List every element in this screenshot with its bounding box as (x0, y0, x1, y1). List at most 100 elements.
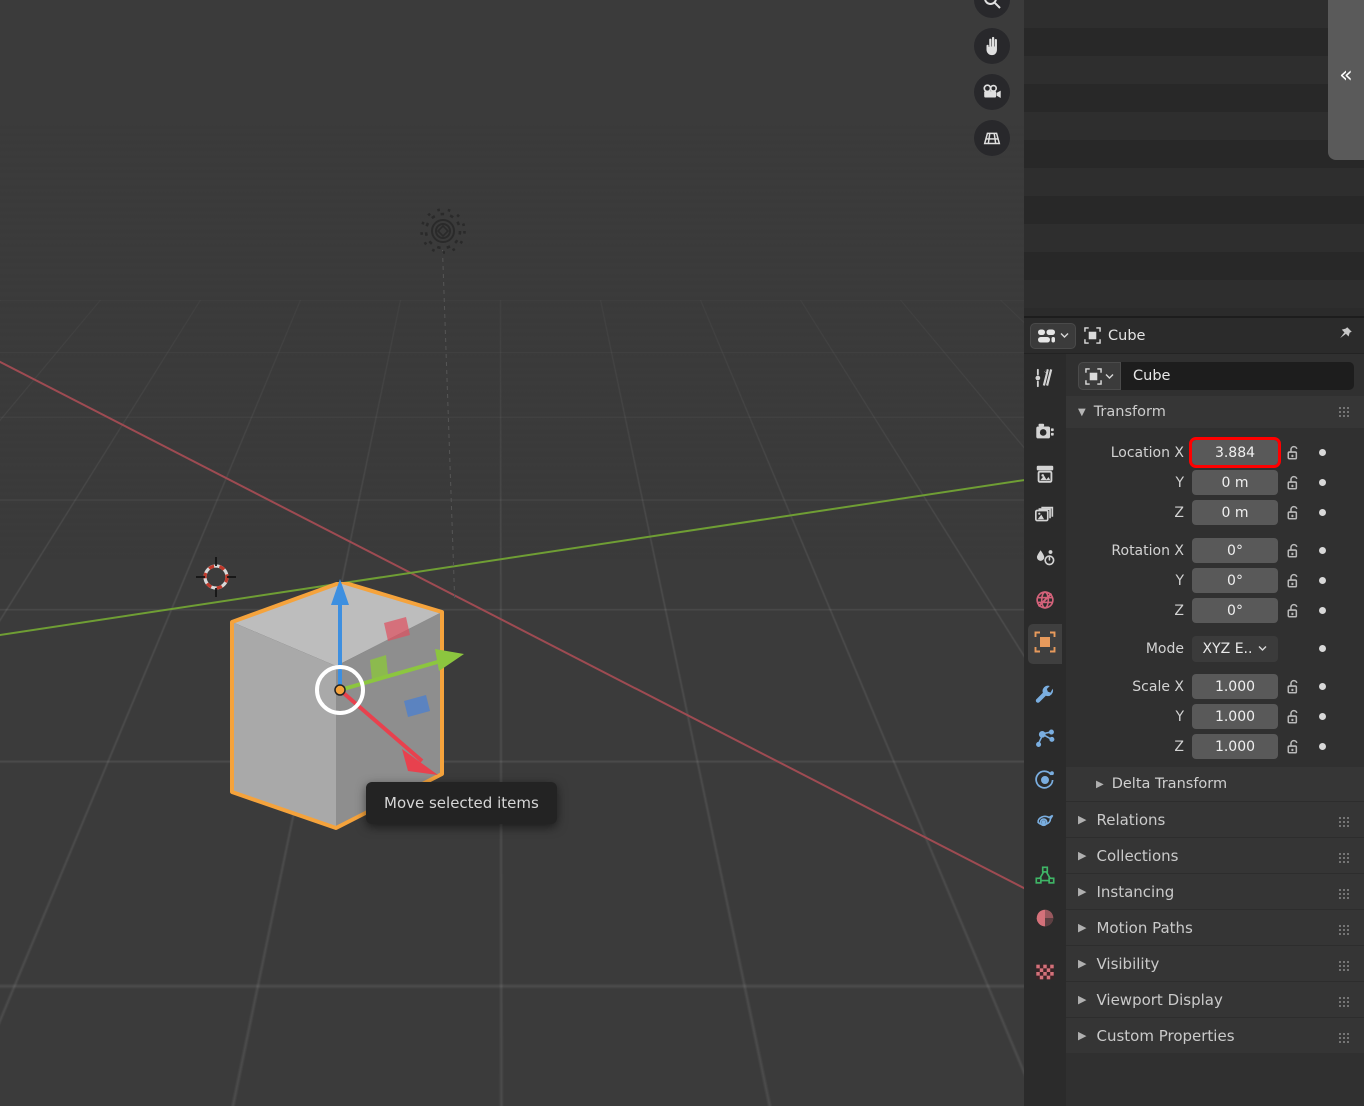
gizmo-axis-y (339, 659, 442, 692)
scale-field-0-input[interactable]: 1.000 (1192, 674, 1278, 699)
properties-tab-view_layer[interactable] (1028, 498, 1062, 538)
unlocked-icon[interactable] (1278, 542, 1312, 559)
animate-dot[interactable] (1312, 449, 1332, 456)
move-gizmo[interactable] (226, 565, 476, 795)
grid-icon[interactable] (974, 120, 1010, 156)
properties-tab-scene[interactable] (1028, 540, 1062, 580)
disclosure-triangle-icon: ▼ (1078, 406, 1086, 418)
unlocked-icon[interactable] (1278, 444, 1312, 461)
panel-header-instancing[interactable]: ▶ Instancing (1066, 873, 1364, 909)
sidebar-collapse-toggle[interactable]: « (1328, 0, 1364, 160)
properties-tab-output[interactable] (1028, 456, 1062, 496)
unlocked-icon[interactable] (1278, 602, 1312, 619)
particles-icon (1034, 727, 1056, 753)
output-icon (1034, 463, 1056, 489)
chevron-down-icon (1105, 373, 1114, 379)
animate-dot[interactable] (1312, 645, 1332, 652)
viewport-grid (0, 0, 1024, 300)
properties-editor[interactable]: Cube Cube ▼ Transform Location X 3.884 Y… (1024, 318, 1364, 1106)
object-datablock-type[interactable] (1078, 362, 1121, 390)
unlocked-icon[interactable] (1278, 678, 1312, 695)
outliner-row[interactable] (1024, 28, 1364, 56)
light-object[interactable] (418, 206, 468, 256)
panel-header-motion-paths[interactable]: ▶ Motion Paths (1066, 909, 1364, 945)
properties-tab-object[interactable] (1028, 624, 1062, 664)
pin-icon[interactable] (1336, 325, 1354, 347)
animate-dot[interactable] (1312, 577, 1332, 584)
3d-viewport[interactable]: Move selected items (0, 0, 1024, 1106)
panel-header-relations[interactable]: ▶ Relations (1066, 801, 1364, 837)
unlocked-icon[interactable] (1278, 474, 1312, 491)
transform-field-1-input[interactable]: 0 m (1192, 470, 1278, 495)
grip-dots-icon (1338, 922, 1352, 935)
object-name-value: Cube (1133, 368, 1171, 384)
outliner-row[interactable] (1024, 140, 1364, 168)
transform-field-5-label: Z (1174, 602, 1184, 619)
transform-field-3-input[interactable]: 0° (1192, 538, 1278, 563)
animate-dot[interactable] (1312, 743, 1332, 750)
properties-tab-particles[interactable] (1028, 720, 1062, 760)
panel-header-visibility[interactable]: ▶ Visibility (1066, 945, 1364, 981)
unlocked-icon[interactable] (1278, 708, 1312, 725)
animate-dot[interactable] (1312, 479, 1332, 486)
animate-dot[interactable] (1312, 683, 1332, 690)
panel-header-delta-transform[interactable]: ▶ Delta Transform (1066, 767, 1364, 801)
transform-field-2-input[interactable]: 0 m (1192, 500, 1278, 525)
transform-field-3-label: Rotation X (1111, 542, 1184, 559)
properties-tab-physics[interactable] (1028, 762, 1062, 802)
properties-tab-modifiers[interactable] (1028, 678, 1062, 718)
properties-tab-constraints[interactable] (1028, 804, 1062, 844)
animate-dot[interactable] (1312, 509, 1332, 516)
outliner-row[interactable] (1024, 168, 1364, 196)
object-name-input[interactable]: Cube (1121, 362, 1354, 390)
outliner-row[interactable] (1024, 112, 1364, 140)
disclosure-triangle-icon: ▶ (1078, 1029, 1087, 1042)
editor-type-selector[interactable] (1030, 322, 1076, 349)
zoom-icon[interactable] (974, 0, 1010, 18)
transform-field-2-label: Z (1174, 504, 1184, 521)
unlocked-icon[interactable] (1278, 572, 1312, 589)
view-layer-icon (1034, 505, 1056, 531)
outliner-row[interactable] (1024, 252, 1364, 280)
transform-field-0-row: Location X 3.884 (1066, 437, 1364, 468)
properties-body: Cube ▼ Transform Location X 3.884 Y 0 m … (1024, 354, 1364, 1106)
properties-tab-tool[interactable] (1028, 360, 1062, 400)
render-icon (1034, 421, 1056, 447)
properties-tab-material[interactable] (1028, 900, 1062, 940)
outliner-row[interactable] (1024, 0, 1364, 28)
outliner-row[interactable] (1024, 280, 1364, 308)
panel-header-collections[interactable]: ▶ Collections (1066, 837, 1364, 873)
rotation-mode-dropdown[interactable]: XYZ E.. (1192, 635, 1278, 662)
unlocked-icon[interactable] (1278, 504, 1312, 521)
animate-dot[interactable] (1312, 607, 1332, 614)
disclosure-triangle-icon: ▶ (1078, 813, 1087, 826)
unlocked-icon[interactable] (1278, 738, 1312, 755)
outliner-row[interactable] (1024, 196, 1364, 224)
camera-icon[interactable] (974, 74, 1010, 110)
properties-content: Cube ▼ Transform Location X 3.884 Y 0 m … (1066, 354, 1364, 1106)
animate-dot[interactable] (1312, 713, 1332, 720)
outliner-editor[interactable]: « (1024, 0, 1364, 318)
panel-header-transform[interactable]: ▼ Transform (1066, 396, 1364, 428)
scale-field-1-input[interactable]: 1.000 (1192, 704, 1278, 729)
breadcrumb[interactable]: Cube (1084, 327, 1328, 344)
outliner-row[interactable] (1024, 224, 1364, 252)
properties-tab-world[interactable] (1028, 582, 1062, 622)
transform-field-0-input[interactable]: 3.884 (1189, 437, 1281, 468)
hand-icon[interactable] (974, 28, 1010, 64)
viewport-nav-buttons[interactable] (974, 0, 1010, 156)
transform-field-5-input[interactable]: 0° (1192, 598, 1278, 623)
transform-field-4-input[interactable]: 0° (1192, 568, 1278, 593)
panel-header-custom-properties[interactable]: ▶ Custom Properties (1066, 1017, 1364, 1053)
panel-header-viewport-display[interactable]: ▶ Viewport Display (1066, 981, 1364, 1017)
animate-dot[interactable] (1312, 547, 1332, 554)
scale-field-1-label: Y (1175, 708, 1184, 725)
outliner-row[interactable] (1024, 84, 1364, 112)
properties-tab-render[interactable] (1028, 414, 1062, 454)
outliner-row[interactable] (1024, 56, 1364, 84)
grip-dots-icon (1338, 850, 1352, 863)
properties-tab-texture[interactable] (1028, 954, 1062, 994)
properties-tab-rail[interactable] (1024, 354, 1066, 1106)
scale-field-2-input[interactable]: 1.000 (1192, 734, 1278, 759)
properties-tab-data[interactable] (1028, 858, 1062, 898)
